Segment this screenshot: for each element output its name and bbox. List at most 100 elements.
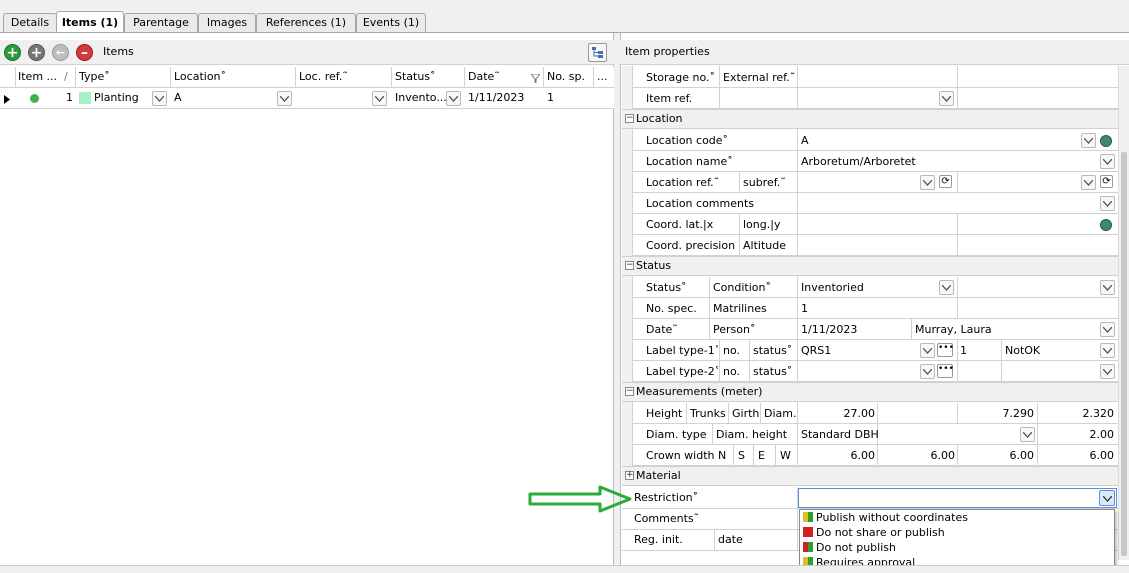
- diam-field[interactable]: 2.320: [1040, 403, 1115, 424]
- globe-icon[interactable]: [1100, 219, 1112, 231]
- tree-view-icon[interactable]: [588, 43, 607, 62]
- crown-w-field[interactable]: 6.00: [1040, 445, 1115, 466]
- diam-type-label: Diam. type: [646, 428, 707, 441]
- item-no-sp: 1: [547, 91, 554, 104]
- tab-images[interactable]: Images: [198, 13, 256, 32]
- diam-type-field[interactable]: Standard DBH: [801, 424, 1001, 445]
- location-group-header[interactable]: − Location: [622, 109, 1118, 129]
- restriction-swatch-icon: [803, 542, 814, 552]
- filter-icon[interactable]: [529, 73, 542, 86]
- condition-dropdown-button[interactable]: [939, 280, 954, 295]
- label-type-1-status-field[interactable]: NotOK: [1005, 340, 1095, 361]
- add-item-button[interactable]: +: [4, 44, 21, 61]
- remove-item-button[interactable]: –: [76, 44, 93, 61]
- label-type-2-dropdown-button[interactable]: [920, 364, 935, 379]
- table-row[interactable]: 1 Planting A Invento... 1/11/2023 1: [0, 88, 614, 109]
- col-date[interactable]: Date˜: [468, 67, 528, 87]
- add-child-button[interactable]: +: [28, 44, 45, 61]
- location-code-field[interactable]: A: [801, 130, 1071, 151]
- tab-details[interactable]: Details: [3, 13, 57, 32]
- label-type-1-dropdown-button[interactable]: [920, 343, 935, 358]
- sync-icon[interactable]: ⟳: [1100, 175, 1113, 188]
- scrollbar-thumb[interactable]: [1121, 152, 1127, 556]
- person-dropdown-button[interactable]: [1100, 322, 1115, 337]
- girth-field[interactable]: 7.290: [960, 403, 1035, 424]
- material-group-header[interactable]: + Material: [622, 466, 1118, 486]
- restriction-swatch-icon: [803, 512, 814, 522]
- col-more[interactable]: ...: [597, 67, 611, 87]
- status-dropdown-button[interactable]: [446, 91, 461, 106]
- location-name-dropdown-button[interactable]: [1100, 154, 1115, 169]
- type-dropdown-button[interactable]: [152, 91, 167, 106]
- person-field[interactable]: Murray, Laura: [915, 319, 1095, 340]
- more-icon[interactable]: •••: [937, 364, 954, 378]
- crown-s-label: S: [738, 449, 745, 462]
- location-name-field[interactable]: Arboretum/Arboretet: [801, 151, 1091, 172]
- label-type-1-no-field[interactable]: 1: [960, 340, 1000, 361]
- location-ref-dropdown-button[interactable]: [920, 175, 935, 190]
- tab-bar: Details Items (1) Parentage Images Refer…: [0, 0, 1129, 33]
- trunks-label: Trunks: [690, 407, 726, 420]
- location-comments-dropdown-button[interactable]: [1100, 196, 1115, 211]
- location-ref-label: Location ref.˜: [646, 176, 720, 189]
- height-field[interactable]: 27.00: [801, 403, 876, 424]
- location-code-dropdown-button[interactable]: [1081, 133, 1096, 148]
- restriction-dropdown-button[interactable]: [1099, 490, 1115, 506]
- col-status[interactable]: Status˚: [395, 67, 463, 87]
- status-group-label: Status: [636, 259, 672, 272]
- label-type-2-status-dropdown-button[interactable]: [1100, 364, 1115, 379]
- expand-icon[interactable]: +: [625, 471, 634, 480]
- dropdown-option-do-not-publish[interactable]: Do not publish: [802, 540, 1102, 555]
- globe-icon[interactable]: [1100, 135, 1112, 147]
- collapse-icon[interactable]: −: [625, 114, 634, 123]
- height-label: Height: [646, 407, 683, 420]
- date-field[interactable]: 1/11/2023: [801, 319, 909, 340]
- loc-ref-dropdown-button[interactable]: [372, 91, 387, 106]
- collapse-icon[interactable]: −: [625, 261, 634, 270]
- measurements-group-header[interactable]: − Measurements (meter): [622, 382, 1118, 402]
- col-location[interactable]: Location˚: [174, 67, 294, 87]
- measurements-group-label: Measurements (meter): [636, 385, 763, 398]
- label-type-1-no-label: no.: [723, 344, 741, 357]
- label-type-1-field[interactable]: QRS1: [801, 340, 911, 361]
- tab-events[interactable]: Events (1): [356, 13, 426, 32]
- properties-scrollbar[interactable]: [1118, 66, 1129, 560]
- label-type-1-status-dropdown-button[interactable]: [1100, 343, 1115, 358]
- tab-parentage[interactable]: Parentage: [124, 13, 198, 32]
- label-type-2-status-label: status˚: [753, 365, 793, 378]
- diam-height-field[interactable]: 2.00: [1040, 424, 1115, 445]
- col-sort-indicator: /: [64, 70, 68, 83]
- item-loc-ref: [299, 88, 369, 108]
- item-no: 1: [66, 91, 73, 104]
- item-ref-dropdown-button[interactable]: [939, 91, 954, 106]
- location-dropdown-button[interactable]: [277, 91, 292, 106]
- status-field-dropdown-button[interactable]: [1100, 280, 1115, 295]
- external-ref-label: External ref.˜: [723, 71, 796, 84]
- subref-dropdown-button[interactable]: [1081, 175, 1096, 190]
- material-group-label: Material: [636, 469, 681, 482]
- col-item-no[interactable]: Item ...: [18, 67, 63, 87]
- restriction-swatch-icon: [803, 527, 814, 537]
- col-loc-ref[interactable]: Loc. ref.˜: [299, 67, 389, 87]
- col-no-sp[interactable]: No. sp.: [547, 67, 592, 87]
- label-type-1-status-label: status˚: [753, 344, 793, 357]
- dropdown-option-publish-without-coordinates[interactable]: Publish without coordinates: [802, 510, 1102, 525]
- matrilines-field[interactable]: 1: [801, 298, 951, 319]
- tab-references[interactable]: References (1): [256, 13, 356, 32]
- restriction-field[interactable]: [798, 488, 1117, 508]
- crown-n-field[interactable]: 6.00: [801, 445, 876, 466]
- col-type[interactable]: Type˚: [79, 67, 169, 87]
- condition-field[interactable]: Inventoried: [801, 277, 931, 298]
- sync-icon[interactable]: ⟳: [939, 175, 952, 188]
- dropdown-option-do-not-share-or-publish[interactable]: Do not share or publish: [802, 525, 1102, 540]
- diam-type-dropdown-button[interactable]: [1020, 427, 1035, 442]
- status-group-header[interactable]: − Status: [622, 256, 1118, 276]
- collapse-icon[interactable]: −: [625, 387, 634, 396]
- crown-s-field[interactable]: 6.00: [880, 445, 956, 466]
- tab-items[interactable]: Items (1): [56, 11, 124, 32]
- crown-e-field[interactable]: 6.00: [960, 445, 1035, 466]
- back-button[interactable]: ←: [52, 44, 69, 61]
- crown-w-label: W: [780, 449, 791, 462]
- planting-swatch: [79, 92, 91, 104]
- more-icon[interactable]: •••: [937, 343, 954, 357]
